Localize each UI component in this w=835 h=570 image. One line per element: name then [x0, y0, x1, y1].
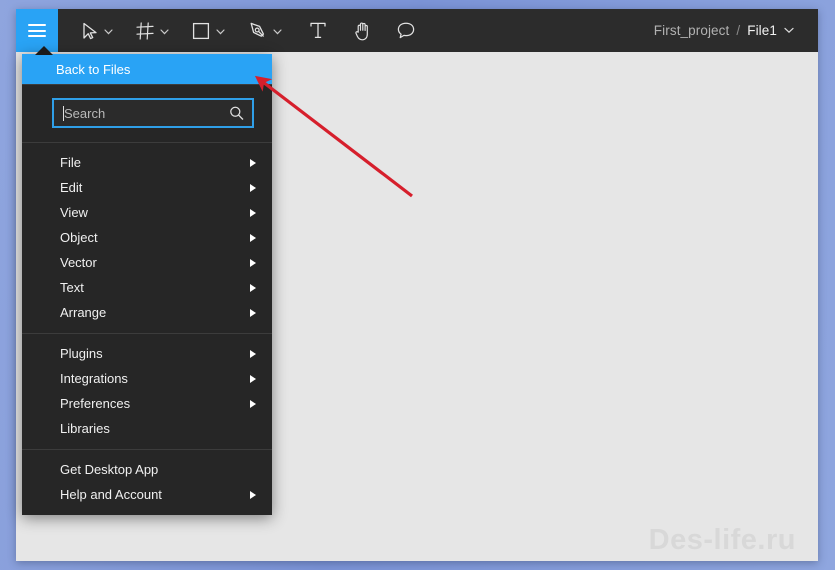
submenu-arrow-icon — [250, 349, 256, 358]
submenu-arrow-icon — [250, 308, 256, 317]
menu-item-label: Arrange — [60, 305, 107, 320]
chevron-down-icon — [159, 22, 169, 40]
submenu-arrow-icon — [250, 283, 256, 292]
menu-item-label: Text — [60, 280, 84, 295]
menu-section-edit: File Edit View Object Vector Text Arrang… — [22, 143, 272, 333]
submenu-arrow-icon — [250, 158, 256, 167]
menu-item-edit[interactable]: Edit — [22, 175, 272, 200]
menu-item-text[interactable]: Text — [22, 275, 272, 300]
menu-item-get-desktop-app[interactable]: Get Desktop App — [22, 457, 272, 482]
submenu-arrow-icon — [250, 374, 256, 383]
menu-item-label: View — [60, 205, 88, 220]
menu-item-label: Integrations — [60, 371, 128, 386]
menu-item-file[interactable]: File — [22, 150, 272, 175]
menu-item-label: Preferences — [60, 396, 131, 411]
menu-item-label: File — [60, 155, 81, 170]
chevron-down-icon — [103, 22, 113, 40]
menu-item-label: Help and Account — [60, 487, 162, 502]
menu-search-row — [22, 85, 272, 142]
menu-item-preferences[interactable]: Preferences — [22, 391, 272, 416]
submenu-arrow-icon — [250, 208, 256, 217]
menu-section-account: Get Desktop App Help and Account — [22, 450, 272, 515]
submenu-arrow-icon — [250, 258, 256, 267]
menu-item-integrations[interactable]: Integrations — [22, 366, 272, 391]
text-t-icon — [309, 21, 327, 40]
hamburger-menu-icon — [28, 24, 46, 37]
top-toolbar: First_project / File1 — [16, 9, 818, 52]
menu-item-vector[interactable]: Vector — [22, 250, 272, 275]
frame-tool-dropdown[interactable] — [157, 9, 175, 52]
menu-item-label: Edit — [60, 180, 83, 195]
rectangle-icon — [192, 22, 210, 40]
menu-item-libraries[interactable]: Libraries — [22, 416, 272, 441]
move-tool-dropdown[interactable] — [101, 9, 119, 52]
back-to-files-item[interactable]: Back to Files — [22, 54, 272, 84]
chevron-down-icon — [272, 22, 282, 40]
hand-icon — [353, 21, 372, 41]
search-magnifier-icon[interactable] — [229, 106, 244, 121]
search-box[interactable] — [52, 98, 254, 128]
submenu-arrow-icon — [250, 183, 256, 192]
breadcrumb-project-name[interactable]: First_project — [654, 23, 730, 38]
shape-tool-dropdown[interactable] — [213, 9, 231, 52]
main-menu-panel: Back to Files File Edit View — [22, 46, 272, 515]
breadcrumb: First_project / File1 — [654, 9, 818, 52]
search-input[interactable] — [54, 100, 252, 126]
menu-section-extensions: Plugins Integrations Preferences Librari… — [22, 334, 272, 449]
submenu-arrow-icon — [250, 233, 256, 242]
menu-item-help-and-account[interactable]: Help and Account — [22, 482, 272, 507]
menu-item-arrange[interactable]: Arrange — [22, 300, 272, 325]
menu-item-label: Object — [60, 230, 98, 245]
chevron-down-icon[interactable] — [784, 27, 794, 34]
menu-item-label: Get Desktop App — [60, 462, 159, 477]
text-cursor — [63, 106, 64, 121]
hand-tool-button[interactable] — [346, 9, 379, 52]
frame-grid-icon — [136, 21, 154, 40]
menu-item-label: Vector — [60, 255, 97, 270]
text-tool-button[interactable] — [302, 9, 334, 52]
submenu-arrow-icon — [250, 490, 256, 499]
menu-item-plugins[interactable]: Plugins — [22, 341, 272, 366]
menu-caret-pointer — [35, 46, 53, 55]
menu-item-label: Libraries — [60, 421, 110, 436]
tool-group — [58, 9, 423, 52]
pen-nib-icon — [248, 21, 267, 40]
cursor-arrow-icon — [81, 22, 98, 40]
menu-item-view[interactable]: View — [22, 200, 272, 225]
menu-item-object[interactable]: Object — [22, 225, 272, 250]
watermark-text: Des-life.ru — [648, 524, 796, 556]
submenu-arrow-icon — [250, 399, 256, 408]
comment-bubble-icon — [396, 21, 416, 40]
menu-item-label: Plugins — [60, 346, 103, 361]
breadcrumb-separator: / — [736, 23, 741, 38]
chevron-down-icon — [215, 22, 225, 40]
breadcrumb-file-name[interactable]: File1 — [747, 23, 777, 38]
comment-tool-button[interactable] — [389, 9, 423, 52]
pen-tool-dropdown[interactable] — [270, 9, 288, 52]
